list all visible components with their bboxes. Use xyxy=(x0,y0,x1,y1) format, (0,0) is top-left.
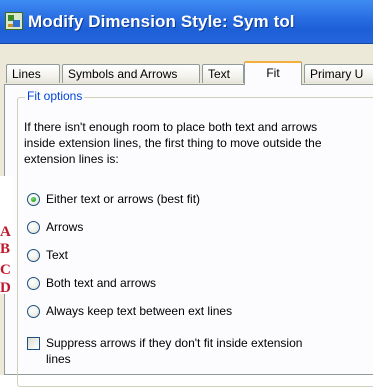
radio-always-keep-label: Always keep text between ext lines xyxy=(46,304,233,318)
suppress-arrows-checkbox[interactable] xyxy=(27,337,40,350)
tab-strip: Lines Symbols and Arrows Text Fit Primar… xyxy=(0,61,373,85)
fit-options-legend: Fit options xyxy=(25,89,85,103)
fit-options-description: If there isn't enough room to place both… xyxy=(24,120,322,166)
tab-lines-label: Lines xyxy=(12,67,41,81)
app-icon xyxy=(5,12,23,30)
radio-arrows-label: Arrows xyxy=(46,220,84,234)
fit-tab-panel: Fit options If there isn't enough room t… xyxy=(4,84,373,387)
dialog-body: Lines Symbols and Arrows Text Fit Primar… xyxy=(0,44,373,387)
tab-symbols-and-arrows[interactable]: Symbols and Arrows xyxy=(62,64,200,83)
radio-button[interactable] xyxy=(27,305,40,318)
tab-text-label: Text xyxy=(208,67,231,81)
radio-button[interactable] xyxy=(27,221,40,234)
radio-button[interactable] xyxy=(27,249,40,262)
radio-best-fit-label: Either text or arrows (best fit) xyxy=(46,192,201,206)
tab-primary-units[interactable]: Primary U xyxy=(304,64,373,83)
radio-button[interactable] xyxy=(27,193,40,206)
fragment-d: D xyxy=(0,280,11,296)
tab-fit[interactable]: Fit xyxy=(244,61,302,85)
tab-fit-label: Fit xyxy=(266,66,280,80)
radio-button[interactable] xyxy=(27,277,40,290)
suppress-arrows-label[interactable]: Suppress arrows if they don't fit inside… xyxy=(46,335,306,367)
window-title: Modify Dimension Style: Sym tol xyxy=(28,12,295,31)
fragment-c: C xyxy=(0,262,11,278)
radio-selected-dot xyxy=(31,197,36,202)
title-bar[interactable]: Modify Dimension Style: Sym tol xyxy=(0,0,373,44)
radio-text-label: Text xyxy=(46,248,69,262)
background-text-fragment: A B C D xyxy=(0,176,14,296)
radio-both-label: Both text and arrows xyxy=(46,276,157,290)
tab-lines[interactable]: Lines xyxy=(6,64,60,83)
tab-text[interactable]: Text xyxy=(202,64,244,83)
fragment-a: A xyxy=(0,224,11,240)
fragment-b: B xyxy=(0,241,11,257)
tab-symbols-and-arrows-label: Symbols and Arrows xyxy=(68,67,178,81)
tab-primary-units-label: Primary U xyxy=(310,67,364,81)
